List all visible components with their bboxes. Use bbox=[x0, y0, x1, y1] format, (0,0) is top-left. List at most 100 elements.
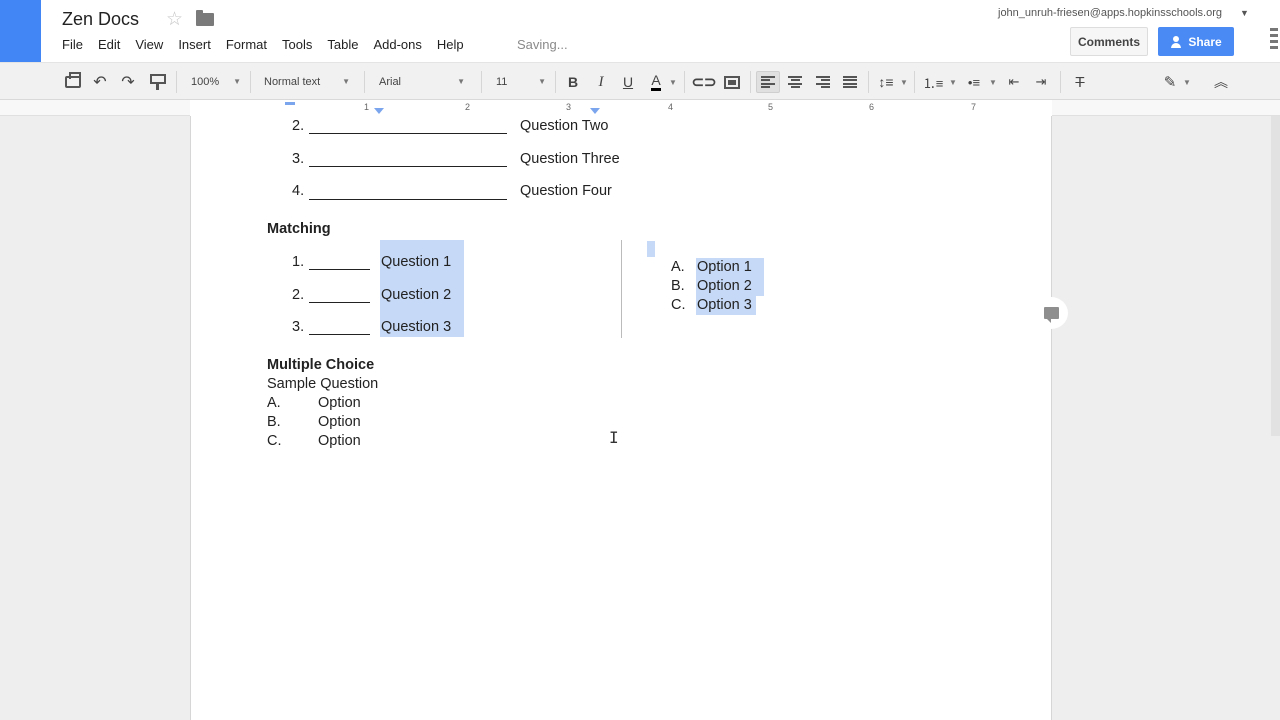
ruler-track bbox=[190, 100, 1052, 116]
menu-help[interactable]: Help bbox=[437, 37, 464, 52]
selection-caret bbox=[647, 241, 655, 257]
font-value: Arial bbox=[379, 76, 402, 88]
chevron-down-icon: ▼ bbox=[538, 77, 546, 86]
mc-question: Sample Question bbox=[267, 376, 379, 392]
mc-option: Option bbox=[318, 414, 361, 430]
print-icon[interactable] bbox=[64, 71, 82, 93]
left-indent-marker[interactable] bbox=[374, 108, 384, 114]
share-label: Share bbox=[1188, 34, 1222, 49]
redo-icon[interactable]: ↷ bbox=[119, 71, 137, 93]
side-panel-handle-icon[interactable] bbox=[1270, 28, 1278, 60]
align-left-button[interactable] bbox=[756, 71, 780, 93]
menu-insert[interactable]: Insert bbox=[178, 37, 211, 52]
first-line-indent-marker[interactable] bbox=[285, 102, 295, 105]
line-spacing-icon[interactable]: ↕≡ bbox=[876, 71, 896, 93]
toolbar-divider bbox=[250, 71, 251, 93]
bold-button[interactable]: B bbox=[563, 71, 583, 93]
undo-icon[interactable]: ↶ bbox=[91, 71, 109, 93]
star-icon[interactable]: ☆ bbox=[166, 8, 183, 31]
tab-stop-marker[interactable] bbox=[590, 108, 600, 114]
account-caret-icon[interactable]: ▼ bbox=[1240, 8, 1249, 18]
align-center-icon bbox=[788, 76, 802, 88]
text-color-icon: A bbox=[651, 73, 661, 91]
ruler-number: 7 bbox=[971, 102, 977, 112]
list-number: 2. bbox=[292, 287, 305, 303]
font-size-value: 11 bbox=[496, 76, 508, 88]
save-status: Saving... bbox=[517, 37, 568, 52]
ruler-number: 6 bbox=[869, 102, 875, 112]
bulleted-list-icon[interactable]: •≡ bbox=[963, 71, 985, 93]
mc-option: Option bbox=[318, 433, 361, 449]
font-size-select[interactable]: 11 ▼ bbox=[496, 71, 546, 93]
matching-heading: Matching bbox=[267, 221, 331, 237]
chevron-down-icon[interactable]: ▼ bbox=[1183, 71, 1191, 93]
person-icon bbox=[1170, 35, 1182, 48]
justify-button[interactable] bbox=[840, 71, 860, 93]
zoom-value: 100% bbox=[191, 76, 220, 88]
editing-mode-pencil-icon[interactable]: ✎ bbox=[1160, 71, 1180, 93]
decrease-indent-icon[interactable]: ⇤ bbox=[1004, 71, 1024, 93]
toolbar-divider bbox=[1060, 71, 1061, 93]
chevron-down-icon[interactable]: ▼ bbox=[989, 71, 997, 93]
list-number: 3. bbox=[292, 319, 305, 335]
text-color-button[interactable]: A bbox=[644, 71, 668, 93]
italic-button[interactable]: I bbox=[591, 71, 611, 93]
link-icon[interactable]: ⊂⊃ bbox=[691, 71, 716, 93]
toolbar-divider bbox=[481, 71, 482, 93]
align-center-button[interactable] bbox=[785, 71, 805, 93]
toolbar-divider bbox=[555, 71, 556, 93]
paint-format-icon[interactable] bbox=[148, 71, 166, 93]
insert-comment-icon[interactable] bbox=[723, 71, 741, 93]
menu-addons[interactable]: Add-ons bbox=[373, 37, 421, 52]
comments-button[interactable]: Comments bbox=[1070, 27, 1148, 56]
font-select[interactable]: Arial ▼ bbox=[379, 71, 465, 93]
toolbar-divider bbox=[914, 71, 915, 93]
zoom-select[interactable]: 100% ▼ bbox=[191, 71, 241, 93]
list-number: 1. bbox=[292, 254, 305, 270]
option-letter: B. bbox=[671, 278, 685, 294]
style-value: Normal text bbox=[264, 76, 321, 88]
collapse-toolbar-icon[interactable]: ︽ bbox=[1211, 71, 1231, 93]
chevron-down-icon[interactable]: ▼ bbox=[900, 71, 908, 93]
menu-edit[interactable]: Edit bbox=[98, 37, 120, 52]
menu-format[interactable]: Format bbox=[226, 37, 267, 52]
answer-blank bbox=[309, 133, 507, 134]
add-comment-button[interactable] bbox=[1034, 297, 1068, 329]
align-left-icon bbox=[761, 76, 775, 88]
list-number: 4. bbox=[292, 183, 305, 199]
clear-formatting-button[interactable]: T bbox=[1070, 71, 1090, 93]
numbered-list-icon[interactable]: ⒈≡ bbox=[922, 71, 944, 93]
option-letter: C. bbox=[267, 433, 282, 449]
menu-file[interactable]: File bbox=[62, 37, 83, 52]
header: Zen Docs ☆ File Edit View Insert Format … bbox=[0, 0, 1280, 130]
ruler-number: 2 bbox=[465, 102, 471, 112]
folder-icon[interactable] bbox=[196, 10, 214, 26]
list-number: 3. bbox=[292, 151, 305, 167]
increase-indent-icon[interactable]: ⇥ bbox=[1031, 71, 1051, 93]
ruler-number: 5 bbox=[768, 102, 774, 112]
menu-view[interactable]: View bbox=[135, 37, 163, 52]
chevron-down-icon[interactable]: ▼ bbox=[949, 71, 957, 93]
answer-blank bbox=[309, 269, 370, 270]
doc-title[interactable]: Zen Docs bbox=[62, 9, 139, 30]
toolbar-divider bbox=[684, 71, 685, 93]
option-letter: A. bbox=[671, 259, 685, 275]
style-select[interactable]: Normal text ▼ bbox=[264, 71, 350, 93]
answer-blank bbox=[309, 166, 507, 167]
chevron-down-icon[interactable]: ▼ bbox=[669, 71, 677, 93]
share-button[interactable]: Share bbox=[1158, 27, 1234, 56]
option-letter: A. bbox=[267, 395, 281, 411]
matching-option: Option 3 bbox=[696, 296, 756, 315]
document-page[interactable]: 2. Question Two 3. Question Three 4. Que… bbox=[190, 116, 1052, 720]
column-divider bbox=[621, 240, 622, 338]
docs-home-icon[interactable] bbox=[0, 0, 210, 130]
account-email[interactable]: john_unruh-friesen@apps.hopkinsschools.o… bbox=[998, 7, 1222, 19]
menu-table[interactable]: Table bbox=[327, 37, 358, 52]
chevron-down-icon: ▼ bbox=[342, 77, 350, 86]
align-right-button[interactable] bbox=[813, 71, 833, 93]
menu-tools[interactable]: Tools bbox=[282, 37, 312, 52]
underline-button[interactable]: U bbox=[618, 71, 638, 93]
answer-blank bbox=[309, 334, 370, 335]
question-text: Question Two bbox=[520, 118, 609, 134]
scrollbar[interactable] bbox=[1271, 116, 1280, 436]
